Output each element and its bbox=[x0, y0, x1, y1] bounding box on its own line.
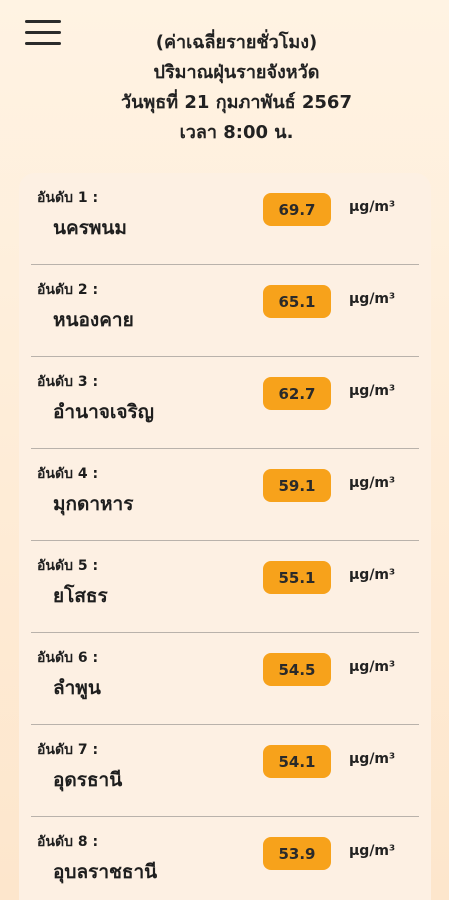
pm-value-badge: 55.1 bbox=[263, 561, 331, 594]
rank-label: อันดับ 6 : bbox=[37, 650, 99, 666]
rank-label: อันดับ 3 : bbox=[37, 374, 99, 390]
unit-label: µg/m³ bbox=[349, 291, 396, 307]
rank-label: อันดับ 7 : bbox=[37, 742, 99, 758]
rank-label: อันดับ 8 : bbox=[37, 834, 99, 850]
pm-value-badge: 69.7 bbox=[263, 193, 331, 226]
province-name: ยโสธร bbox=[53, 585, 108, 607]
pm-value-badge: 65.1 bbox=[263, 285, 331, 318]
unit-label: µg/m³ bbox=[349, 199, 396, 215]
ranking-list: อันดับ 1 : นครพนม 69.7 µg/m³ อันดับ 2 : … bbox=[19, 173, 431, 900]
list-item: อันดับ 6 : ลำพูน 54.5 µg/m³ bbox=[31, 633, 419, 725]
unit-label: µg/m³ bbox=[349, 659, 396, 675]
list-item: อันดับ 2 : หนองคาย 65.1 µg/m³ bbox=[31, 265, 419, 357]
list-item: อันดับ 8 : อุบลราชธานี 53.9 µg/m³ bbox=[31, 817, 419, 900]
rank-label: อันดับ 4 : bbox=[37, 466, 99, 482]
list-item: อันดับ 7 : อุดรธานี 54.1 µg/m³ bbox=[31, 725, 419, 817]
pm-value-badge: 62.7 bbox=[263, 377, 331, 410]
pm-value-badge: 54.1 bbox=[263, 745, 331, 778]
province-name: อุบลราชธานี bbox=[53, 861, 158, 883]
list-item: อันดับ 1 : นครพนม 69.7 µg/m³ bbox=[31, 173, 419, 265]
menu-icon[interactable] bbox=[25, 20, 61, 48]
page-title: ปริมาณฝุ่นรายจังหวัด bbox=[153, 62, 320, 83]
header-subtitle: (ค่าเฉลี่ยรายชั่วโมง) bbox=[155, 32, 318, 53]
province-name: มุกดาหาร bbox=[53, 493, 134, 515]
pm-value-badge: 59.1 bbox=[263, 469, 331, 502]
unit-label: µg/m³ bbox=[349, 475, 396, 491]
header-date: วันพุธที่ 21 กุมภาพันธ์ 2567 bbox=[121, 92, 352, 113]
unit-label: µg/m³ bbox=[349, 383, 396, 399]
unit-label: µg/m³ bbox=[349, 567, 396, 583]
rank-label: อันดับ 5 : bbox=[37, 558, 99, 574]
list-item: อันดับ 5 : ยโสธร 55.1 µg/m³ bbox=[31, 541, 419, 633]
pm-value-badge: 54.5 bbox=[263, 653, 331, 686]
rank-label: อันดับ 2 : bbox=[37, 282, 99, 298]
list-item: อันดับ 3 : อำนาจเจริญ 62.7 µg/m³ bbox=[31, 357, 419, 449]
province-name: อุดรธานี bbox=[53, 769, 123, 791]
list-item: อันดับ 4 : มุกดาหาร 59.1 µg/m³ bbox=[31, 449, 419, 541]
rank-label: อันดับ 1 : bbox=[37, 190, 99, 206]
header-time: เวลา 8:00 น. bbox=[179, 122, 294, 143]
province-name: หนองคาย bbox=[53, 309, 134, 331]
province-name: อำนาจเจริญ bbox=[53, 401, 154, 423]
province-name: ลำพูน bbox=[53, 677, 101, 699]
unit-label: µg/m³ bbox=[349, 751, 396, 767]
pm-value-badge: 53.9 bbox=[263, 837, 331, 870]
unit-label: µg/m³ bbox=[349, 843, 396, 859]
province-name: นครพนม bbox=[53, 217, 127, 239]
page-header: (ค่าเฉลี่ยรายชั่วโมง) ปริมาณฝุ่นรายจังหว… bbox=[60, 28, 413, 148]
